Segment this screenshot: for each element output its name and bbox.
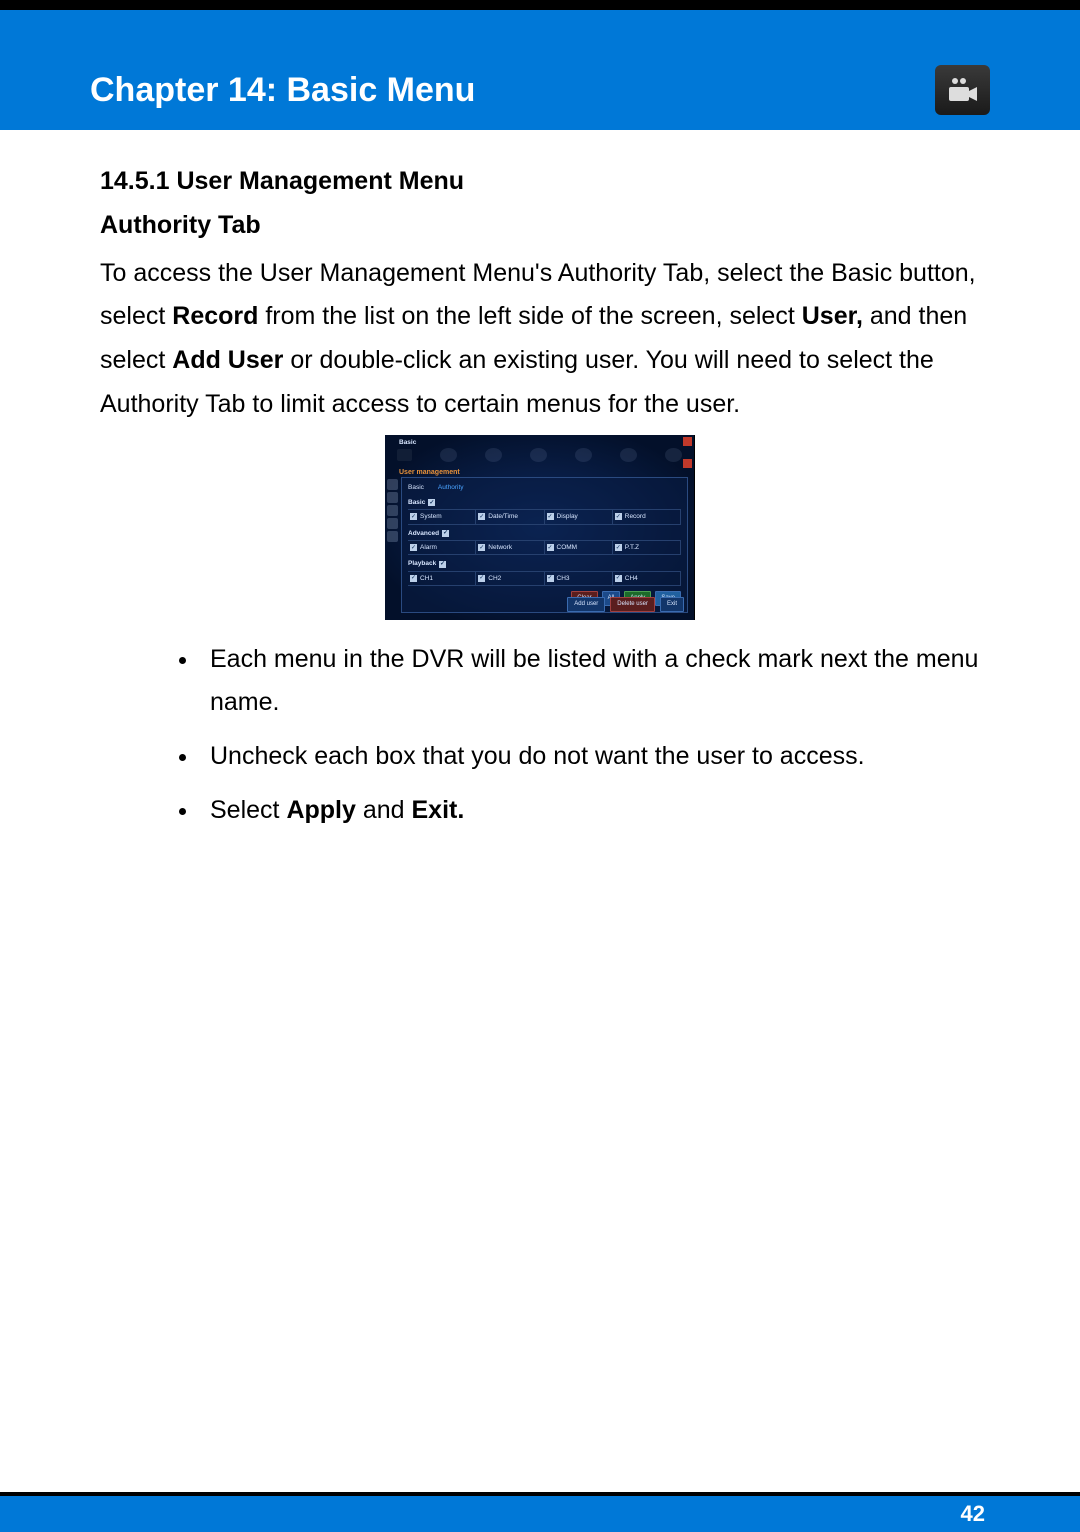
perm-alarm: ✓Alarm [408,541,476,555]
section-subtitle: Authority Tab [100,204,980,248]
perm-ch2: ✓CH2 [476,572,544,586]
dvr-window-title: Basic [399,437,416,448]
dvr-sidebar [387,479,399,542]
checkbox[interactable]: ✓ [615,575,622,582]
dvr-panel: Basic Authority Basic✓ ✓System ✓Date/Tim… [401,477,688,613]
tab-authority[interactable]: Authority [438,482,464,493]
dvr-screenshot: Basic User management Basic Authority Ba… [385,435,695,620]
page-footer: 42 [0,1492,1080,1532]
perm-ch1: ✓CH1 [408,572,476,586]
page-number: 42 [961,1501,985,1527]
user-icon[interactable] [387,531,398,542]
chapter-header: Chapter 14: Basic Menu [0,0,1080,130]
help-icon[interactable] [683,459,692,468]
perm-display: ✓Display [545,510,613,524]
top-icon[interactable] [620,448,637,462]
top-icon[interactable] [665,448,682,462]
chapter-title: Chapter 14: Basic Menu [90,71,475,110]
checkbox[interactable]: ✓ [410,575,417,582]
perm-ch3: ✓CH3 [545,572,613,586]
list-item: Select Apply and Exit. [200,789,980,833]
list-item: Each menu in the DVR will be listed with… [200,638,980,726]
bold-exit: Exit. [412,796,465,824]
checkbox[interactable]: ✓ [547,544,554,551]
display-icon[interactable] [387,505,398,516]
page-body: 14.5.1 User Management Menu Authority Ta… [0,130,1080,833]
bold-apply: Apply [286,796,355,824]
group-basic: Basic✓ [408,497,681,508]
window-bottom-buttons: Add user Delete user Exit [567,597,684,612]
checkbox[interactable]: ✓ [615,513,622,520]
close-icon[interactable] [683,437,692,446]
top-icon[interactable] [440,448,457,462]
checkbox[interactable]: ✓ [410,544,417,551]
record-icon[interactable] [387,518,398,529]
group-playback: Playback✓ [408,558,681,569]
list-item: Uncheck each box that you do not want th… [200,735,980,779]
checkbox[interactable]: ✓ [615,544,622,551]
para-bold-user: User, [802,302,863,330]
perm-system: ✓System [408,510,476,524]
checkbox[interactable]: ✓ [547,513,554,520]
intro-paragraph: To access the User Management Menu's Aut… [100,252,980,427]
checkbox[interactable]: ✓ [478,575,485,582]
top-icon[interactable] [485,448,502,462]
perm-datetime: ✓Date/Time [476,510,544,524]
checkbox[interactable]: ✓ [442,530,449,537]
perm-network: ✓Network [476,541,544,555]
top-icon[interactable] [530,448,547,462]
add-user-button[interactable]: Add user [567,597,605,612]
camera-icon [935,65,990,115]
tab-basic[interactable]: Basic [408,482,424,493]
checkbox[interactable]: ✓ [410,513,417,520]
top-icon[interactable] [397,449,412,461]
dvr-top-icons [397,448,682,462]
para-text: from the list on the left side of the sc… [258,302,801,330]
top-icon[interactable] [575,448,592,462]
perm-comm: ✓COMM [545,541,613,555]
perm-record: ✓Record [613,510,681,524]
para-bold-record: Record [172,302,258,330]
group-advanced: Advanced✓ [408,528,681,539]
perm-ch4: ✓CH4 [613,572,681,586]
para-bold-adduser: Add User [172,346,283,374]
gear-icon[interactable] [387,479,398,490]
section-heading: 14.5.1 User Management Menu [100,160,980,204]
checkbox[interactable]: ✓ [439,561,446,568]
perm-ptz: ✓P.T.Z [613,541,681,555]
bullet-list: Each menu in the DVR will be listed with… [100,638,980,833]
delete-user-button[interactable]: Delete user [610,597,655,612]
checkbox[interactable]: ✓ [428,499,435,506]
time-icon[interactable] [387,492,398,503]
exit-button[interactable]: Exit [660,597,684,612]
checkbox[interactable]: ✓ [547,575,554,582]
checkbox[interactable]: ✓ [478,544,485,551]
checkbox[interactable]: ✓ [478,513,485,520]
